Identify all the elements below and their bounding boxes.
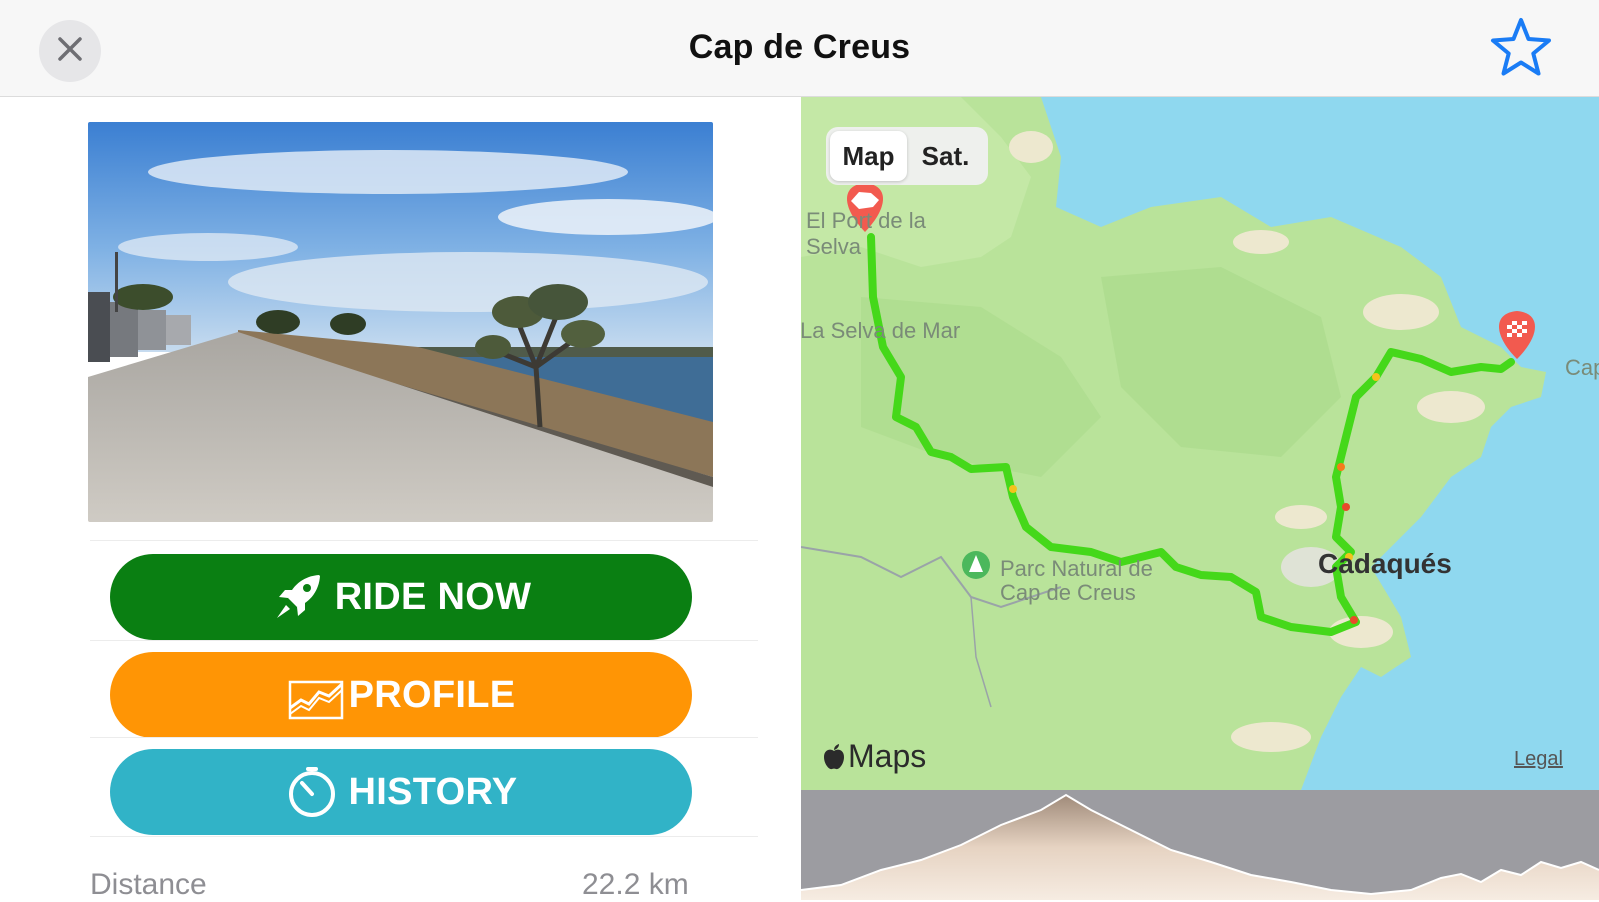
map-type-segmented-control: Map Sat. [826,127,988,185]
profile-button[interactable]: PROFILE [110,652,692,738]
rocket-icon [271,570,325,624]
chart-icon [287,670,345,720]
star-icon [1489,16,1553,83]
stopwatch-icon [285,765,339,819]
distance-label: Distance [90,868,207,901]
page-title: Cap de Creus [688,28,911,66]
map-mode-satellite[interactable]: Sat. [907,131,984,181]
separator [90,540,758,541]
separator [90,836,758,837]
legal-link[interactable]: Legal [1514,748,1563,771]
history-button[interactable]: HISTORY [110,749,692,835]
map-label-park: Parc Natural de Cap de Creus [1000,556,1153,605]
nav-bar: Cap de Creus [0,0,1599,97]
elevation-profile [801,790,1599,900]
ride-now-button[interactable]: RIDE NOW [110,554,692,640]
separator [90,737,758,738]
distance-value: 22.2 km [582,868,689,901]
route-photo [88,122,713,522]
map-mode-map[interactable]: Map [830,131,907,181]
maps-attribution-label: Maps [848,738,927,774]
profile-label: PROFILE [348,673,516,716]
history-label: HISTORY [348,770,518,813]
map-label-start-town: El Port de la Selva [806,208,926,259]
ride-now-label: RIDE NOW [334,575,532,618]
separator [90,640,758,641]
favorite-button[interactable] [1486,14,1556,84]
map-label-cape: Cap [1565,355,1599,380]
apple-icon [822,743,846,771]
route-map[interactable] [801,97,1599,790]
map-canvas [801,97,1546,790]
maps-attribution: Maps [822,738,926,775]
map-label-village: La Selva de Mar [800,318,961,343]
map-label-town: Cadaqués [1318,548,1452,579]
